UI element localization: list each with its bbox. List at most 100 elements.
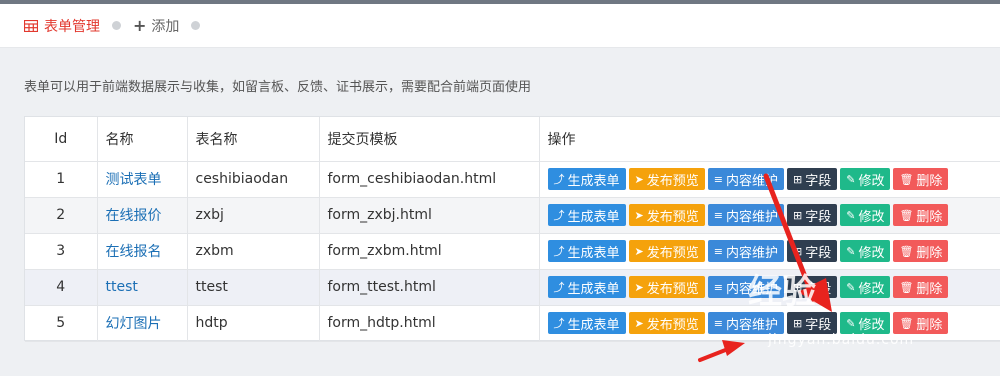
trash-icon: 🗑 (899, 280, 914, 294)
form-name-link[interactable]: 幻灯图片 (106, 316, 162, 332)
field-button[interactable]: ⊞ 字段 (786, 312, 838, 334)
cell-table-name: zxbm (187, 233, 320, 270)
edit-button[interactable]: ✎ 修改 (840, 168, 891, 190)
delete-button-label: 删除 (916, 173, 943, 189)
edit-icon: ✎ (846, 280, 856, 294)
watermark-url: jingyan.baidu.com (768, 332, 915, 348)
generate-form-button[interactable]: ⤴ 生成表单 (547, 276, 626, 298)
cell-name: ttest (97, 269, 188, 306)
edit-button[interactable]: ✎ 修改 (840, 204, 891, 226)
edit-button[interactable]: ✎ 修改 (840, 276, 891, 298)
cell-id: 4 (25, 269, 98, 306)
edit-button[interactable]: ✎ 修改 (840, 240, 891, 262)
publish-preview-button[interactable]: ➤ 发布预览 (628, 168, 705, 190)
cell-template: form_zxbm.html (319, 233, 540, 270)
form-name-link[interactable]: ttest (106, 279, 138, 295)
publish-preview-button-label: 发布预览 (646, 245, 699, 261)
delete-button[interactable]: 🗑 删除 (893, 168, 949, 190)
header-template: 提交页模板 (319, 117, 540, 162)
form-name-link[interactable]: 测试表单 (106, 172, 162, 188)
content-maintain-button[interactable]: ≡ 内容维护 (707, 204, 784, 226)
tab-form-management[interactable]: 表单管理 (24, 16, 100, 36)
content-maintain-button[interactable]: ≡ 内容维护 (707, 168, 784, 190)
tab-close-dot[interactable] (112, 21, 121, 30)
content-maintain-button[interactable]: ≡ 内容维护 (707, 312, 784, 334)
trash-icon: 🗑 (899, 172, 914, 186)
field-button[interactable]: ⊞ 字段 (786, 240, 838, 262)
tab-add[interactable]: + 添加 (133, 16, 179, 36)
header-name: 名称 (97, 117, 188, 162)
trash-icon: 🗑 (899, 316, 914, 330)
header-id: Id (25, 117, 98, 162)
form-name-link[interactable]: 在线报价 (106, 208, 162, 224)
publish-preview-button[interactable]: ➤ 发布预览 (628, 312, 705, 334)
cell-template: form_ttest.html (319, 269, 540, 306)
share-icon: ⤴ (553, 245, 565, 258)
publish-preview-button[interactable]: ➤ 发布预览 (628, 240, 705, 262)
content-maintain-button-label: 内容维护 (725, 317, 778, 333)
delete-button-label: 删除 (916, 245, 943, 261)
edit-button-label: 修改 (858, 209, 885, 225)
page-description: 表单可以用于前端数据展示与收集，如留言板、反馈、证书展示，需要配合前端页面使用 (24, 80, 532, 95)
publish-preview-button-label: 发布预览 (646, 317, 699, 333)
delete-button-label: 删除 (916, 209, 943, 225)
content-maintain-button[interactable]: ≡ 内容维护 (707, 240, 784, 262)
cell-id: 5 (25, 305, 98, 342)
field-button-label: 字段 (805, 209, 832, 225)
list-icon: ≡ (713, 244, 723, 258)
plus-square-icon: ⊞ (792, 208, 803, 222)
generate-form-button[interactable]: ⤴ 生成表单 (547, 312, 626, 334)
send-icon: ➤ (634, 280, 644, 294)
field-button-label: 字段 (805, 173, 832, 189)
cell-name: 测试表单 (97, 161, 188, 198)
form-name-link[interactable]: 在线报名 (106, 244, 162, 260)
cell-table-name: ttest (187, 269, 320, 306)
delete-button-label: 删除 (916, 317, 943, 333)
field-button-label: 字段 (805, 245, 832, 261)
generate-form-button-label: 生成表单 (567, 245, 620, 261)
cell-id: 2 (25, 197, 98, 234)
plus-square-icon: ⊞ (792, 244, 803, 258)
cell-actions: ⤴ 生成表单 ➤ 发布预览 ≡ 内容维护 ⊞ 字段 ✎ 修改 🗑 删除 (539, 161, 1000, 198)
table-row: 4 ttest ttest form_ttest.html ⤴ 生成表单 ➤ 发布预览 ≡ 内容维… (25, 269, 1000, 306)
cell-name: 在线报价 (97, 197, 188, 234)
header-table-name: 表名称 (187, 117, 320, 162)
delete-button[interactable]: 🗑 删除 (893, 312, 949, 334)
edit-icon: ✎ (846, 316, 856, 330)
content-maintain-button-label: 内容维护 (725, 209, 778, 225)
generate-form-button-label: 生成表单 (567, 317, 620, 333)
delete-button[interactable]: 🗑 删除 (893, 276, 949, 298)
delete-button[interactable]: 🗑 删除 (893, 204, 949, 226)
edit-button[interactable]: ✎ 修改 (840, 312, 891, 334)
generate-form-button-label: 生成表单 (567, 173, 620, 189)
generate-form-button[interactable]: ⤴ 生成表单 (547, 168, 626, 190)
form-table: Id 名称 表名称 提交页模板 操作 1 测试表单 ceshibiaodan form… (24, 116, 1000, 342)
table-row: 2 在线报价 zxbj form_zxbj.html ⤴ 生成表单 ➤ 发布预览 ≡ 内容维护 ⊞ 字… (25, 197, 1000, 234)
publish-preview-button[interactable]: ➤ 发布预览 (628, 204, 705, 226)
list-icon: ≡ (713, 172, 723, 186)
table-icon (24, 19, 38, 32)
edit-icon: ✎ (846, 172, 856, 186)
delete-button-label: 删除 (916, 281, 943, 297)
cell-template: form_ceshibiaodan.html (319, 161, 540, 198)
publish-preview-button[interactable]: ➤ 发布预览 (628, 276, 705, 298)
trash-icon: 🗑 (899, 244, 914, 258)
generate-form-button[interactable]: ⤴ 生成表单 (547, 204, 626, 226)
trash-icon: 🗑 (899, 208, 914, 222)
field-button[interactable]: ⊞ 字段 (786, 204, 838, 226)
field-button[interactable]: ⊞ 字段 (786, 168, 838, 190)
cell-table-name: zxbj (187, 197, 320, 234)
cell-id: 3 (25, 233, 98, 270)
send-icon: ➤ (634, 316, 644, 330)
generate-form-button[interactable]: ⤴ 生成表单 (547, 240, 626, 262)
share-icon: ⤴ (553, 281, 565, 294)
cell-table-name: hdtp (187, 305, 320, 342)
table-row: 1 测试表单 ceshibiaodan form_ceshibiaodan.html ⤴… (25, 161, 1000, 198)
edit-icon: ✎ (846, 244, 856, 258)
send-icon: ➤ (634, 208, 644, 222)
send-icon: ➤ (634, 244, 644, 258)
publish-preview-button-label: 发布预览 (646, 281, 699, 297)
delete-button[interactable]: 🗑 删除 (893, 240, 949, 262)
edit-button-label: 修改 (858, 281, 885, 297)
tab-close-dot[interactable] (191, 21, 201, 30)
